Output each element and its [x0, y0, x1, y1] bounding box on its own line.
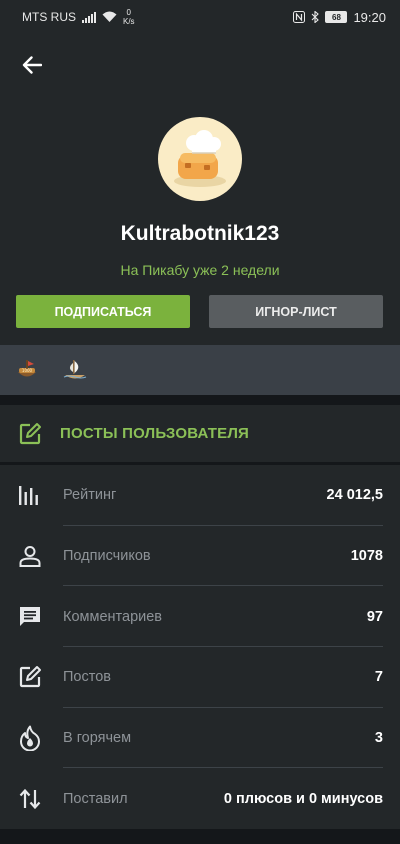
- network-speed: 0 K/s: [123, 8, 135, 26]
- svg-text:1000: 1000: [22, 368, 33, 373]
- edit-icon: [17, 664, 43, 690]
- status-bar: MTS RUS 0 K/s 68 19:20: [0, 0, 400, 34]
- stat-value: 7: [374, 669, 383, 686]
- stat-row-posts[interactable]: Постов 7: [0, 647, 400, 708]
- stat-label: Комментариев: [63, 608, 162, 625]
- avatar[interactable]: [158, 117, 242, 201]
- person-icon: [17, 543, 43, 569]
- member-since: На Пикабу уже 2 недели: [120, 262, 280, 278]
- user-posts-label: ПОСТЫ ПОЛЬЗОВАТЕЛЯ: [60, 425, 250, 442]
- bluetooth-icon: [312, 11, 320, 23]
- stat-row-hot[interactable]: В горячем 3: [0, 708, 400, 769]
- stat-label: В горячем: [63, 730, 132, 747]
- stat-value: 1078: [350, 548, 383, 565]
- stat-row-votes: Поставил 0 плюсов и 0 минусов: [0, 768, 400, 829]
- subscribe-button[interactable]: ПОДПИСАТЬСЯ: [16, 295, 190, 328]
- ignore-list-button[interactable]: ИГНОР-ЛИСТ: [209, 295, 383, 328]
- stat-value: 24 012,5: [326, 487, 383, 504]
- user-posts-link[interactable]: ПОСТЫ ПОЛЬЗОВАТЕЛЯ: [0, 405, 400, 462]
- arrow-left-icon: [22, 56, 42, 74]
- battery-icon: 68: [325, 11, 348, 23]
- fire-icon: [17, 725, 43, 752]
- rating-bars-icon: [17, 482, 43, 508]
- awards-strip: 1000: [0, 345, 400, 395]
- stat-row-comments[interactable]: Комментариев 97: [0, 586, 400, 648]
- stat-value: 97: [366, 608, 383, 625]
- bottom-strip: [0, 829, 400, 844]
- stat-row-subscribers[interactable]: Подписчиков 1078: [0, 526, 400, 587]
- edit-icon: [19, 422, 41, 444]
- username: Kultrabotnik123: [120, 222, 280, 245]
- comment-icon: [17, 604, 43, 630]
- stat-label: Постов: [63, 669, 111, 686]
- stat-label: Рейтинг: [63, 487, 117, 504]
- profile-header: Kultrabotnik123 На Пикабу уже 2 недели П…: [0, 34, 400, 345]
- carrier-label: MTS RUS: [22, 10, 76, 24]
- stat-label: Подписчиков: [63, 548, 151, 565]
- stat-row-rating: Рейтинг 24 012,5: [0, 465, 400, 526]
- stats-list: Рейтинг 24 012,5 Подписчиков 1078 Коммен…: [0, 465, 400, 829]
- award-ship-icon[interactable]: [62, 357, 88, 383]
- signal-icon: [82, 11, 96, 23]
- stat-value: 3: [374, 730, 383, 747]
- wifi-icon: [102, 11, 117, 22]
- chef-hat-cake-icon: [174, 130, 226, 187]
- stat-value: 0 плюсов и 0 минусов: [223, 790, 383, 807]
- stat-label: Поставил: [63, 790, 128, 807]
- back-button[interactable]: [14, 48, 50, 82]
- award-1000-icon[interactable]: 1000: [14, 357, 40, 383]
- clock: 19:20: [353, 9, 386, 25]
- nfc-icon: [293, 11, 306, 23]
- up-down-arrows-icon: [17, 786, 43, 812]
